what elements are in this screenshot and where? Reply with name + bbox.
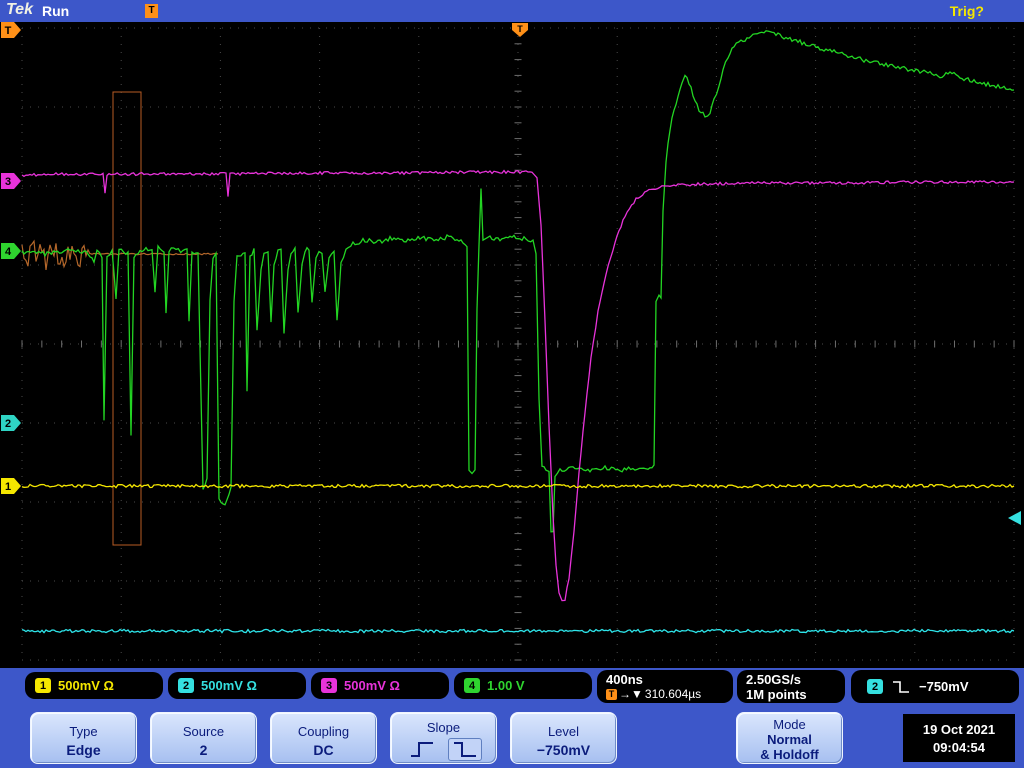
type-button[interactable]: Type Edge (30, 712, 137, 764)
trigger-flag-icon: T (145, 4, 158, 18)
trigger-level-marker[interactable] (1008, 511, 1021, 525)
trigger-readout: 2 −750mV (851, 670, 1019, 703)
sample-rate: 2.50GS/s (746, 672, 801, 687)
timebase-readout: 400ns T →▼ 310.604µs (597, 670, 733, 703)
mode-button-value2: & Holdoff (760, 746, 819, 762)
ch4-scale: 1.00 V (487, 678, 525, 693)
timebase-value: 400ns (606, 672, 643, 687)
type-button-value: Edge (66, 741, 101, 758)
ch2-readout: 2 500mV Ω (168, 672, 306, 699)
record-length: 1M points (746, 687, 807, 702)
ch4-badge: 4 (464, 678, 480, 693)
trigger-menu-bar: Type Edge Source 2 Coupling DC Slope Lev… (0, 704, 1024, 768)
trigger-position-label: T (517, 24, 523, 34)
trace-ch3 (21, 169, 1015, 602)
ch3-readout: 3 500mV Ω (311, 672, 449, 699)
date-value: 19 Oct 2021 (922, 721, 996, 737)
ch4-readout: 4 1.00 V (454, 672, 592, 699)
delay-arrow-icon: →▼ (619, 687, 643, 701)
coupling-button[interactable]: Coupling DC (270, 712, 377, 764)
delay-value: 310.604µs (644, 687, 702, 701)
channel-marker-2-label: 2 (5, 418, 11, 430)
channel-marker-3-label: 3 (5, 176, 11, 188)
scope-display: 3 4 2 1 T T (0, 22, 1024, 668)
channel-marker-4-label: 4 (5, 246, 12, 258)
left-trigger-marker-label: T (5, 25, 12, 37)
mode-button[interactable]: Mode Normal & Holdoff (736, 712, 843, 764)
mode-button-title: Mode (773, 716, 806, 732)
type-button-title: Type (69, 723, 98, 739)
slope-options (391, 738, 496, 761)
ch1-badge: 1 (35, 678, 51, 693)
falling-edge-icon (893, 680, 909, 693)
ch2-badge: 2 (178, 678, 194, 693)
readout-bar: 1 500mV Ω 2 500mV Ω 3 500mV Ω 4 1.00 V 4… (0, 668, 1024, 704)
datetime-display: 19 Oct 2021 09:04:54 (903, 714, 1015, 762)
source-button[interactable]: Source 2 (150, 712, 257, 764)
zoom-region-box (112, 91, 142, 546)
mode-button-value: Normal (767, 731, 812, 747)
falling-edge-icon[interactable] (447, 738, 482, 761)
slope-button-title: Slope (426, 720, 461, 735)
trigger-status: Trig? (949, 3, 984, 19)
coupling-button-title: Coupling (297, 723, 350, 739)
acquisition-status: Run (42, 3, 70, 19)
slope-button[interactable]: Slope (390, 712, 497, 764)
scope-canvas: 3 4 2 1 T T (1, 22, 1021, 661)
delay-trigger-badge: T (606, 688, 617, 700)
ch3-scale: 500mV Ω (344, 678, 400, 693)
ch1-readout: 1 500mV Ω (25, 672, 163, 699)
trace-aux-burst (21, 239, 91, 270)
trace-ch2 (21, 628, 1015, 634)
ch1-scale: 500mV Ω (58, 678, 114, 693)
level-button-value: −750mV (536, 741, 591, 758)
source-button-title: Source (182, 723, 225, 739)
ch3-badge: 3 (321, 678, 337, 693)
rising-edge-icon[interactable] (406, 739, 438, 760)
tek-logo: Tek (6, 1, 33, 18)
oscilloscope-screen: Tek Run T Trig? 3 4 2 1 T T 1 500mV Ω 2 500mV… (0, 0, 1024, 768)
ch2-scale: 500mV Ω (201, 678, 257, 693)
top-status-bar: Tek Run T Trig? (0, 0, 1024, 22)
coupling-button-value: DC (313, 741, 334, 758)
source-button-value: 2 (199, 741, 208, 758)
level-button-title: Level (547, 723, 580, 739)
trigger-level-value: −750mV (919, 679, 969, 694)
trigger-source-badge: 2 (867, 679, 883, 694)
acquisition-readout: 2.50GS/s 1M points (737, 670, 845, 703)
channel-marker-1-label: 1 (5, 481, 11, 493)
delay-readout: T →▼ 310.604µs (606, 687, 724, 701)
level-button[interactable]: Level −750mV (510, 712, 617, 764)
time-value: 09:04:54 (932, 739, 986, 755)
